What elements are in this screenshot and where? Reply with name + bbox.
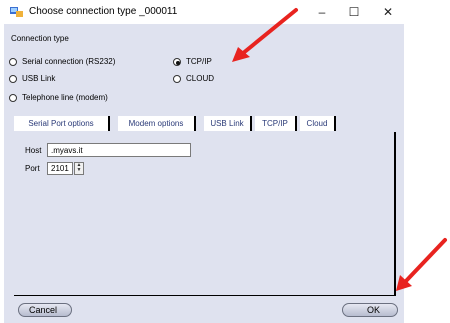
annotation-layer [232, 8, 447, 291]
arrow-to-ok [396, 238, 447, 291]
arrow-to-tcpip [232, 8, 298, 62]
